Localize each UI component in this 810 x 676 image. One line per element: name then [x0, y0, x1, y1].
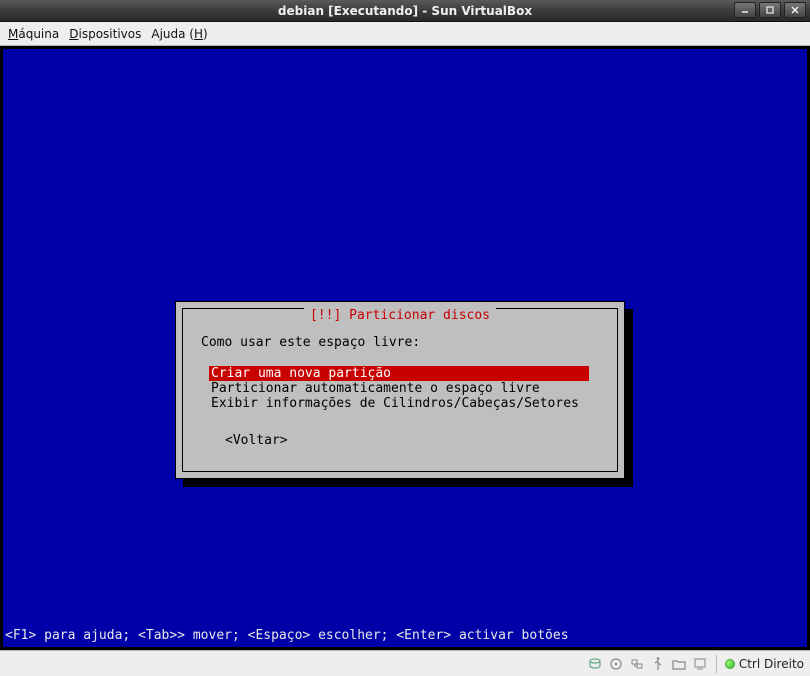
- option-show-chs-info[interactable]: Exibir informações de Cilindros/Cabeças/…: [209, 396, 599, 411]
- network-icon[interactable]: [629, 656, 645, 672]
- shared-folders-icon[interactable]: [671, 656, 687, 672]
- statusbar-divider: [716, 655, 717, 673]
- hard-disk-icon[interactable]: [587, 656, 603, 672]
- optical-disc-icon[interactable]: [608, 656, 624, 672]
- dialog-prompt: Como usar este espaço livre:: [201, 335, 599, 350]
- option-auto-partition[interactable]: Particionar automaticamente o espaço liv…: [209, 381, 599, 396]
- guest-display[interactable]: [!!] Particionar discos Como usar este e…: [0, 46, 810, 650]
- window-close-button[interactable]: [784, 2, 806, 18]
- option-create-new-partition[interactable]: Criar uma nova partição: [209, 366, 589, 381]
- usb-icon[interactable]: [650, 656, 666, 672]
- menu-help[interactable]: Ajuda (H): [151, 27, 207, 41]
- host-key-label: Ctrl Direito: [739, 657, 804, 671]
- window-title: debian [Executando] - Sun VirtualBox: [0, 4, 810, 18]
- menu-machine[interactable]: Máquina: [8, 27, 59, 41]
- menubar: Máquina Dispositivos Ajuda (H): [0, 22, 810, 46]
- partition-dialog: [!!] Particionar discos Como usar este e…: [175, 301, 625, 479]
- window-minimize-button[interactable]: [734, 2, 756, 18]
- statusbar: Ctrl Direito: [0, 650, 810, 676]
- dialog-options: Criar uma nova partição Particionar auto…: [209, 366, 599, 411]
- back-button[interactable]: <Voltar>: [225, 433, 599, 448]
- window-maximize-button[interactable]: [759, 2, 781, 18]
- menu-devices[interactable]: Dispositivos: [69, 27, 141, 41]
- vrdp-icon[interactable]: [692, 656, 708, 672]
- host-key-indicator[interactable]: Ctrl Direito: [725, 657, 804, 671]
- host-key-led-icon: [725, 659, 735, 669]
- key-hint-bar: <F1> para ajuda; <Tab>> mover; <Espaço> …: [5, 628, 569, 643]
- dialog-title: [!!] Particionar discos: [304, 308, 496, 323]
- window-titlebar: debian [Executando] - Sun VirtualBox: [0, 0, 810, 22]
